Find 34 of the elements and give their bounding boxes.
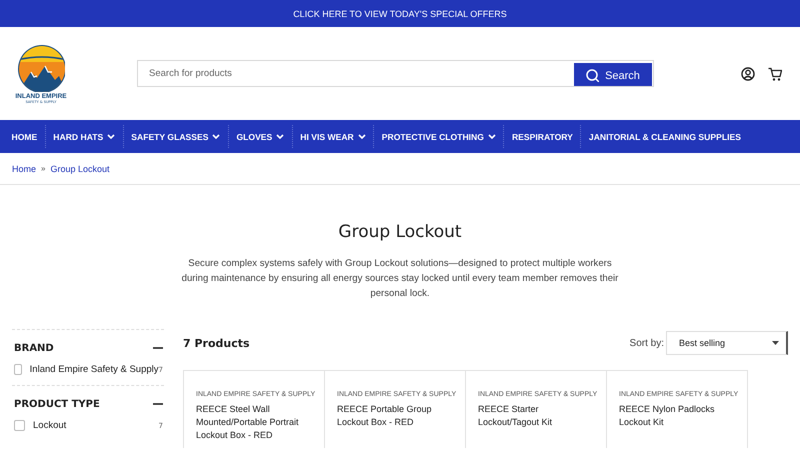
page-title: Group Lockout: [337, 221, 463, 243]
nav-link[interactable]: HARD HATS: [44, 125, 123, 148]
checkbox[interactable]: [14, 420, 25, 431]
breadcrumb-link[interactable]: Home: [12, 164, 36, 174]
product-title[interactable]: REECE Starter Lockout/Tagout Kit: [478, 403, 598, 429]
account-icon[interactable]: [741, 66, 755, 80]
nav-link[interactable]: PROTECTIVE CLOTHING: [373, 125, 504, 148]
logo-icon: [17, 44, 65, 92]
search-button[interactable]: Search: [574, 62, 652, 86]
filter-heading[interactable]: BRAND: [14, 342, 54, 354]
nav-link[interactable]: JANITORIAL & CLEANING SUPPLIES: [580, 125, 748, 148]
product-title[interactable]: REECE Portable Group Lockout Box - RED: [337, 403, 457, 429]
sort-dropdown[interactable]: Best selling: [666, 331, 788, 355]
search-field[interactable]: Search for products Search: [137, 60, 654, 87]
caret-icon: [772, 341, 779, 345]
filter-option[interactable]: Inland Empire Safety & Supply: [30, 364, 159, 375]
cart-icon[interactable]: [768, 66, 782, 80]
product-title[interactable]: REECE Nylon Padlocks Lockout Kit: [619, 403, 739, 429]
page-description: Secure complex systems safely with Group Lockout solutions—designed to protect multiple workers during maintenance by ensuring all energy sources stay locked until every team member removes their personal lock.: [180, 257, 620, 301]
nav-link[interactable]: GLOVES: [228, 125, 292, 148]
filter-heading[interactable]: PRODUCT TYPE: [14, 398, 100, 410]
sort-label: Sort by:: [630, 338, 664, 348]
nav-link[interactable]: SAFETY GLASSES: [122, 125, 228, 148]
filter-option[interactable]: Lockout: [33, 420, 66, 431]
checkbox[interactable]: [14, 364, 22, 375]
breadcrumb-link[interactable]: Group Lockout: [50, 164, 110, 174]
nav-link[interactable]: HOME: [4, 125, 45, 148]
announcement-link[interactable]: CLICK HERE TO VIEW TODAY'S SPECIAL OFFERS: [293, 8, 507, 18]
nav-link[interactable]: HI VIS WEAR: [292, 125, 374, 148]
product-count: 7 Products: [183, 336, 250, 350]
nav-link[interactable]: RESPIRATORY: [503, 125, 580, 148]
breadcrumb-separator: »: [41, 164, 46, 173]
product-title[interactable]: REECE Steel Wall Mounted/Portable Portrait Lockout Box - RED: [196, 403, 316, 442]
search-icon: [586, 69, 600, 82]
